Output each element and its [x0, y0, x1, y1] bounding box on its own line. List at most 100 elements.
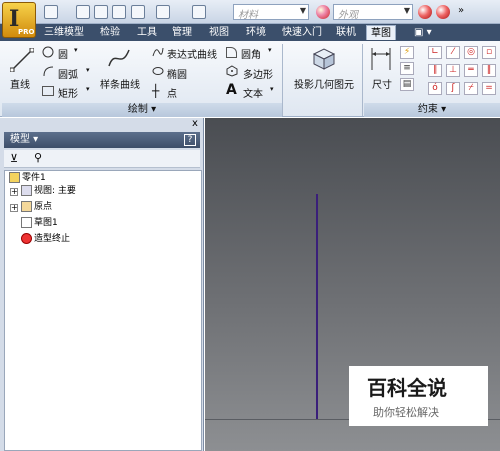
auto-dimension-icon[interactable]: ⚡ — [400, 46, 414, 59]
tab-online[interactable]: 联机 — [332, 25, 360, 40]
polygon-button[interactable]: 多边形 — [243, 66, 273, 81]
tree-node-origin[interactable]: 原点 — [21, 200, 52, 214]
quick-access-toolbar: I PRO 材料 ▼ 外观 ▼ » — [0, 0, 500, 38]
symmetric-constraint-icon[interactable]: ⌿ — [464, 82, 478, 95]
tab-3d-model[interactable]: 三维模型 — [40, 25, 88, 40]
tab-inspect[interactable]: 检验 — [96, 25, 124, 40]
ribbon-separator — [362, 44, 363, 116]
tab-manage[interactable]: 管理 — [168, 25, 196, 40]
view-icon — [21, 185, 32, 196]
arc-button[interactable]: 圆弧 — [58, 66, 78, 81]
point-icon: ┼ — [152, 84, 160, 98]
appearance-select[interactable]: 外观 ▼ — [333, 4, 413, 21]
sketch-line[interactable] — [316, 194, 318, 420]
dimension-button[interactable]: 尺寸 — [372, 76, 392, 91]
tab-get-started[interactable]: 快速入门 — [278, 25, 326, 40]
circle-button[interactable]: 圆 — [58, 46, 68, 61]
ellipse-button[interactable]: 椭圆 — [167, 66, 187, 81]
spline-icon — [108, 49, 130, 67]
dimension-icon — [371, 48, 391, 70]
point-button[interactable]: 点 — [167, 85, 177, 100]
spline-button[interactable]: 样条曲线 — [100, 76, 140, 91]
collinear-constraint-icon[interactable]: ⁄ — [446, 46, 460, 59]
project-geometry-button[interactable]: 投影几何图元 — [294, 76, 354, 91]
rectangle-button[interactable]: 矩形 — [58, 85, 78, 100]
smooth-constraint-icon[interactable]: ʃ — [446, 82, 460, 95]
chevron-down-icon[interactable]: ▾ — [270, 85, 274, 93]
project-geometry-icon — [312, 48, 336, 70]
ellipse-icon — [152, 67, 164, 75]
tab-extra-dropdown[interactable]: ▣ ▾ — [410, 25, 436, 40]
appearance-ball-icon — [316, 5, 330, 19]
tab-tools[interactable]: 工具 — [133, 25, 161, 40]
chevron-down-icon: ▼ — [299, 6, 306, 15]
equation-curve-icon — [152, 47, 164, 57]
overflow-chevron-icon[interactable]: » — [458, 5, 464, 16]
close-icon[interactable]: x — [192, 118, 198, 129]
end-of-part-icon — [21, 233, 32, 244]
chevron-down-icon[interactable]: ▾ — [86, 85, 90, 93]
update-icon[interactable] — [192, 5, 206, 19]
filter-icon[interactable]: ⊻ — [10, 152, 18, 165]
find-binoculars-icon[interactable]: ⚲ — [34, 151, 42, 164]
watermark-title: 百科全说 — [367, 376, 447, 400]
application-menu-button[interactable]: I PRO — [2, 2, 36, 38]
equal-constraint-icon[interactable]: = — [482, 82, 496, 95]
equation-curve-button[interactable]: 表达式曲线 — [167, 46, 217, 61]
material-select-value: 材料 — [238, 10, 258, 21]
browser-tree: 零件1 + 视图: 主要 + 原点 草图1 造型终止 — [4, 170, 202, 451]
tree-node-end-of-part[interactable]: 造型终止 — [21, 232, 70, 246]
perpendicular-constraint-icon[interactable]: ⊥ — [446, 64, 460, 77]
circle-icon — [42, 46, 54, 58]
new-file-icon[interactable] — [44, 5, 58, 19]
draw-panel-label[interactable]: 绘制 ▾ — [2, 103, 282, 117]
coincident-constraint-icon[interactable]: ∟ — [428, 46, 442, 59]
constraint-panel-label[interactable]: 约束 ▾ — [364, 103, 500, 117]
tangent-constraint-icon[interactable]: ό — [428, 82, 442, 95]
tab-environments[interactable]: 环境 — [242, 25, 270, 40]
expand-icon[interactable]: + — [10, 204, 18, 212]
save-icon[interactable] — [94, 5, 108, 19]
polygon-icon — [226, 65, 238, 77]
tab-view[interactable]: 视图 — [205, 25, 233, 40]
line-button[interactable]: 直线 — [10, 76, 30, 91]
chevron-down-icon[interactable]: ▾ — [74, 46, 78, 54]
app-logo-sub: PRO — [18, 28, 35, 36]
open-file-icon[interactable] — [76, 5, 90, 19]
tree-node-sketch[interactable]: 草图1 — [21, 216, 58, 230]
vertical-constraint-icon[interactable]: ‖ — [482, 64, 496, 77]
fix-constraint-icon[interactable]: ▫ — [482, 46, 496, 59]
help-icon[interactable]: ? — [184, 134, 196, 146]
ribbon-tabs: 三维模型 检验 工具 管理 视图 环境 快速入门 联机 草图 ▣ ▾ — [0, 24, 500, 41]
clear-appearance-icon[interactable] — [436, 5, 450, 19]
chevron-down-icon[interactable]: ▾ — [268, 46, 272, 54]
undo-icon[interactable] — [112, 5, 126, 19]
tree-node-view[interactable]: 视图: 主要 — [21, 184, 76, 198]
text-button[interactable]: 文本 — [243, 85, 263, 100]
redo-icon[interactable] — [131, 5, 145, 19]
appearance-select-value: 外观 — [338, 10, 358, 21]
parallel-constraint-icon[interactable]: ∥ — [428, 64, 442, 77]
text-icon: A — [226, 82, 237, 98]
show-constraints-icon[interactable]: ≡ — [400, 62, 414, 75]
fillet-button[interactable]: 圆角 — [241, 46, 261, 61]
concentric-constraint-icon[interactable]: ◎ — [464, 46, 478, 59]
horizontal-constraint-icon[interactable]: ═ — [464, 64, 478, 77]
chevron-down-icon[interactable]: ▾ — [86, 66, 90, 74]
constraint-settings-icon[interactable]: ▤ — [400, 78, 414, 91]
browser-title-bar[interactable]: 模型 ▾ ? — [4, 132, 200, 148]
browser-toolbar: ⊻ ⚲ — [4, 150, 200, 168]
line-icon — [10, 48, 34, 72]
tree-node-part[interactable]: 零件1 — [9, 171, 46, 185]
select-icon[interactable] — [156, 5, 170, 19]
chevron-down-icon: ▼ — [403, 6, 410, 15]
ribbon-separator — [282, 44, 283, 116]
rectangle-icon — [42, 86, 54, 96]
watermark-subtitle: 助你轻松解决 — [373, 406, 439, 419]
material-select[interactable]: 材料 ▼ — [233, 4, 309, 21]
watermark: 百科全说 助你轻松解决 — [349, 366, 488, 426]
expand-icon[interactable]: + — [10, 188, 18, 196]
part-icon — [9, 172, 20, 183]
tab-sketch[interactable]: 草图 — [366, 25, 396, 40]
adjust-appearance-icon[interactable] — [418, 5, 432, 19]
